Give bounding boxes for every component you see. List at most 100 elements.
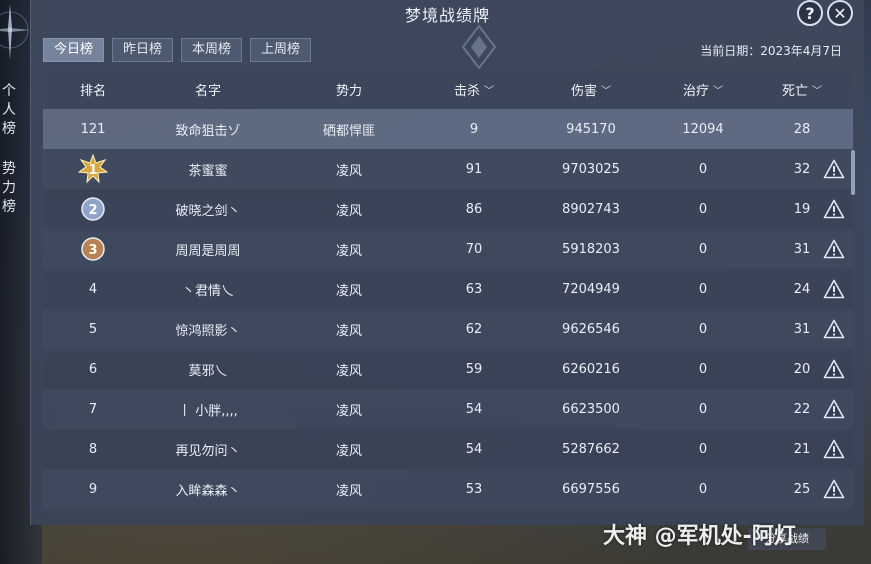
kills-cell: 59 [465,361,483,377]
kills-cell: 86 [465,201,483,217]
force-cell: 凌风 [335,483,362,499]
ranking-list: 1 茶蜜蜜 凌风 91 9703025 0 32 2 破晓之剑丶 凌风 86 8902743 0 19 3 周… [43,149,853,509]
kills-cell: 62 [465,321,483,337]
header-kills: 击杀 [453,83,480,99]
leaderboard-table: 排名 名字 势力 击杀 ﹀ 伤害 ﹀ 治疗 ﹀ 死亡 ﹀ 121 致命狙击ゾ 硒… [43,69,853,509]
tab-this-week[interactable]: 本周榜 [181,38,243,62]
name-cell: 再见勿问丶 [175,443,241,459]
tab-last-week[interactable]: 上周榜 [250,38,312,62]
force-cell: 硒都悍匪 [322,123,375,139]
table-row[interactable]: 8 再见勿问丶 凌风 54 5287662 0 21 [43,429,853,469]
name-cell: 丶君情乀 [181,283,234,299]
heal-cell: 0 [698,201,708,217]
kills-cell: 54 [465,441,483,457]
header-damage: 伤害 [570,83,597,99]
chevron-down-icon: ﹀ [812,85,822,97]
rank-medal-icon: 3 [78,234,108,264]
rank-cell: 121 [80,121,106,137]
rank-cell: 9 [88,481,98,497]
table-row[interactable]: 1 茶蜜蜜 凌风 91 9703025 0 32 [43,149,853,189]
heal-cell: 12094 [682,121,724,137]
warning-triangle-icon[interactable] [819,269,849,309]
rank-cell: 3 [63,229,123,269]
period-tabs: 今日榜 昨日榜 本周榜 上周榜 [43,38,312,62]
heal-cell: 0 [698,281,708,297]
heal-cell: 0 [698,361,708,377]
damage-cell: 5287662 [562,441,620,457]
header-deaths-sort[interactable]: 死亡 ﹀ [773,69,831,109]
warning-triangle-icon[interactable] [819,189,849,229]
header-rank: 排名 [79,83,106,99]
rank-medal-icon: 2 [78,194,108,224]
warning-triangle-icon[interactable] [819,389,849,429]
header-kills-sort[interactable]: 击杀 ﹀ [443,69,505,109]
damage-cell: 6697556 [562,481,620,497]
kills-cell: 54 [465,401,483,417]
force-cell: 凌风 [335,443,362,459]
heal-cell: 0 [698,321,708,337]
name-cell: 周周是周周 [175,243,241,259]
left-tab-char: 人 [2,102,16,118]
kills-cell: 53 [465,481,483,497]
watermark: 大神 @军机处-阿灯 [603,524,796,549]
table-row[interactable]: 7丨 小胖,,,, 凌风 54 6623500 0 22 [43,389,853,429]
rank-medal-icon: 1 [78,154,108,184]
warning-triangle-icon[interactable] [819,349,849,389]
chevron-down-icon: ﹀ [713,85,723,97]
left-tab-personal[interactable]: 个 人 榜 [0,82,18,139]
medal-number: 3 [88,243,97,258]
rank-cell: 2 [63,189,123,229]
table-row[interactable]: 9 入眸森森丶 凌风 53 6697556 0 25 [43,469,853,509]
force-cell: 凌风 [335,243,362,259]
heal-cell: 0 [698,481,708,497]
header-damage-sort[interactable]: 伤害 ﹀ [541,69,641,109]
close-button[interactable]: ✕ [827,0,853,26]
left-tab-char: 榜 [2,199,16,215]
warning-triangle-icon[interactable] [819,429,849,469]
kills-cell: 63 [465,281,483,297]
table-row[interactable]: 4 丶君情乀 凌风 63 7204949 0 24 [43,269,853,309]
name-cell: 入眸森森丶 [175,483,241,499]
heal-cell: 0 [698,161,708,177]
tab-today[interactable]: 今日榜 [43,38,105,62]
help-button[interactable]: ? [797,0,823,26]
table-row[interactable]: 6 莫邪乀 凌风 59 6260216 0 20 [43,349,853,389]
tab-yesterday[interactable]: 昨日榜 [112,38,174,62]
leaderboard-panel: 梦境战绩牌 ? ✕ 今日榜 昨日榜 本周榜 上周榜 当前日期：2023年4月7日… [30,0,864,525]
left-tab-char: 榜 [2,121,16,137]
force-cell: 凌风 [335,203,362,219]
damage-cell: 5918203 [562,241,620,257]
header-force: 势力 [335,83,362,99]
emblem-icon [461,24,497,70]
medal-number: 2 [88,203,97,218]
name-cell: 惊鸿照影丶 [175,323,241,339]
left-tab-char: 势 [2,161,16,177]
force-cell: 凌风 [335,363,362,379]
left-tab-char: 力 [2,180,16,196]
header-name: 名字 [194,83,221,99]
warning-triangle-icon[interactable] [819,149,849,189]
current-date: 当前日期：2023年4月7日 [700,44,842,58]
name-cell: 丨 小胖,,,, [178,403,238,419]
table-row[interactable]: 2 破晓之剑丶 凌风 86 8902743 0 19 [43,189,853,229]
heal-cell: 0 [698,441,708,457]
scrollbar[interactable] [851,150,855,195]
warning-triangle-icon[interactable] [819,309,849,349]
rank-cell: 1 [63,149,123,189]
warning-triangle-icon[interactable] [819,229,849,269]
table-row[interactable]: 3 周周是周周 凌风 70 5918203 0 31 [43,229,853,269]
header-heal-sort[interactable]: 治疗 ﹀ [673,69,733,109]
warning-triangle-icon[interactable] [819,469,849,509]
table-header: 排名 名字 势力 击杀 ﹀ 伤害 ﹀ 治疗 ﹀ 死亡 ﹀ [43,69,853,109]
damage-cell: 9703025 [562,161,620,177]
left-tab-force[interactable]: 势 力 榜 [0,160,18,217]
table-row[interactable]: 5 惊鸿照影丶 凌风 62 9626546 0 31 [43,309,853,349]
kills-cell: 70 [465,241,483,257]
name-cell: 致命狙击ゾ [175,123,241,139]
rank-cell: 8 [88,441,98,457]
name-cell: 茶蜜蜜 [188,163,228,179]
damage-cell: 6260216 [562,361,620,377]
force-cell: 凌风 [335,283,362,299]
kills-cell: 91 [465,161,483,177]
heal-cell: 0 [698,401,708,417]
